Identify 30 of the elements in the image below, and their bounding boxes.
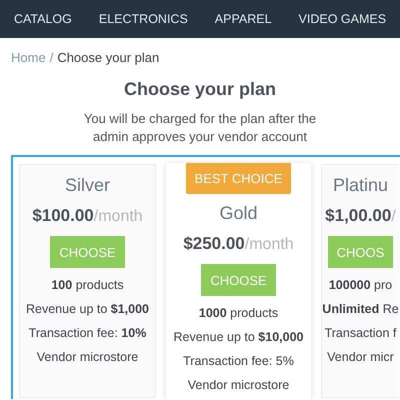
nav-link[interactable]: CATALOG	[14, 12, 72, 26]
plan-price: $1,00.00	[325, 206, 392, 226]
plan-feature: Vendor microstore	[188, 378, 290, 393]
plan-price: $100.00	[32, 206, 94, 226]
plan-feature: Vendor micr	[327, 350, 394, 365]
best-choice-badge: BEST CHOICE	[186, 163, 292, 194]
breadcrumb-separator: /	[50, 50, 54, 65]
page-title: Choose your plan	[122, 79, 277, 100]
nav-link[interactable]: ELECTRONICS	[98, 12, 188, 26]
plan-feature: Transaction f	[324, 326, 396, 341]
plan-name: Platinu	[332, 175, 388, 196]
plan-feature: Transaction fee: 10%	[28, 326, 146, 341]
plan-feature: Transaction fee: 5%	[183, 354, 294, 369]
plan-feature: 100 products	[51, 278, 124, 293]
nav-link[interactable]: APPAREL	[214, 12, 272, 26]
page-subtitle: You will be charged for the plan after the admin approves your vendor account	[82, 110, 318, 146]
plan-name: Gold	[219, 203, 258, 224]
breadcrumb-current: Choose your plan	[57, 50, 160, 65]
plan-feature: 100000 pro	[328, 278, 392, 293]
price-period: /month	[244, 236, 294, 254]
plan-feature: 1000 products	[198, 306, 278, 321]
plan-feature: Revenue up to $10,000	[174, 330, 304, 345]
plan-feature: Revenue up to $1,000	[26, 302, 150, 317]
plan-feature: Unlimited Re	[322, 302, 399, 317]
price-period: /month	[94, 208, 143, 226]
plan-name: Silver	[64, 175, 110, 196]
plan-feature: Vendor microstore	[36, 350, 138, 365]
price-period: /	[391, 208, 396, 226]
nav-link[interactable]: VIDEO GAMES	[298, 12, 386, 26]
plan-price: $250.00	[183, 234, 245, 254]
